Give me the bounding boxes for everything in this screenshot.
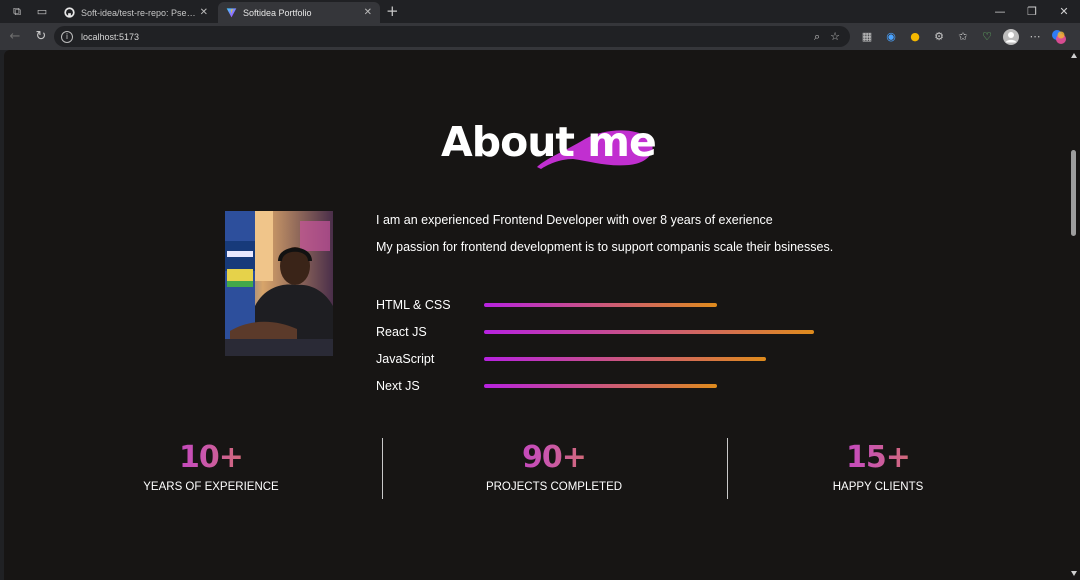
description-line: My passion for frontend development is t… <box>376 240 834 254</box>
stat-label: YEARS OF EXPERIENCE <box>143 481 279 493</box>
browser-essentials-icon[interactable]: ♡ <box>975 27 999 47</box>
stat-label: PROJECTS COMPLETED <box>485 481 623 493</box>
skill-progress-bar <box>484 330 924 334</box>
workspaces-icon[interactable]: ⧉ <box>9 4 25 20</box>
stat-experience: 10+ YEARS OF EXPERIENCE <box>111 438 311 493</box>
tab-github-repo[interactable]: Soft-idea/test-re-repo: Pseudo-p ✕ <box>56 2 216 23</box>
search-icon[interactable]: ⌕ <box>814 30 820 44</box>
scrollbar-thumb[interactable] <box>1071 150 1076 236</box>
address-bar[interactable]: i localhost:5173 ⌕ ☆ <box>54 26 850 47</box>
stat-clients: 15+ HAPPY CLIENTS <box>778 438 978 493</box>
skill-progress-fill <box>484 303 718 307</box>
profile-avatar[interactable] <box>999 27 1023 47</box>
scroll-down-icon[interactable] <box>1071 571 1077 576</box>
stat-divider <box>727 438 728 499</box>
skill-row: JavaScript <box>376 350 976 377</box>
page-title: About me <box>441 118 657 166</box>
skill-label: JavaScript <box>376 352 435 366</box>
about-heading: About me <box>441 116 661 176</box>
skill-progress-bar <box>484 357 924 361</box>
about-description: I am an experienced Frontend Developer w… <box>376 211 976 265</box>
skill-row: HTML & CSS <box>376 296 976 323</box>
extension-grid-icon[interactable]: ▦ <box>855 27 879 47</box>
extensions-puzzle-icon[interactable]: ⚙ <box>927 27 951 47</box>
stat-divider <box>382 438 383 499</box>
skill-progress-fill <box>484 357 766 361</box>
page-scrollbar[interactable] <box>1068 50 1080 580</box>
close-tab-icon[interactable]: ✕ <box>200 7 208 18</box>
copilot-icon[interactable] <box>1047 27 1071 47</box>
skill-progress-fill <box>484 330 814 334</box>
tab-portfolio[interactable]: Softidea Portfolio ✕ <box>218 2 380 23</box>
skill-label: Next JS <box>376 379 420 393</box>
new-tab-button[interactable]: + <box>386 2 399 20</box>
tab-strip: ⧉ ▭ Soft-idea/test-re-repo: Pseudo-p ✕ S… <box>0 0 1080 23</box>
stats-row: 10+ YEARS OF EXPERIENCE 90+ PROJECTS COM… <box>4 438 1068 500</box>
browser-toolbar: ← ↻ i localhost:5173 ⌕ ☆ ▦ ◉ ● ⚙ ✩ ♡ ⋯ <box>0 23 1080 50</box>
description-line: I am an experienced Frontend Developer w… <box>376 213 773 227</box>
more-menu-icon[interactable]: ⋯ <box>1023 27 1047 47</box>
url-text[interactable]: localhost:5173 <box>81 32 814 42</box>
skill-row: Next JS <box>376 377 976 404</box>
tab-title: Soft-idea/test-re-repo: Pseudo-p <box>81 7 196 18</box>
skill-progress-fill <box>484 384 718 388</box>
extensions-area: ▦ ◉ ● ⚙ ✩ ♡ ⋯ <box>855 23 1071 50</box>
page-viewport: About me I am an experienced Frontend De… <box>4 50 1068 580</box>
skill-row: React JS <box>376 323 976 350</box>
restore-icon[interactable]: ❐ <box>1016 0 1048 23</box>
vite-icon <box>226 8 237 18</box>
tab-title: Softidea Portfolio <box>243 7 312 18</box>
reload-button[interactable]: ↻ <box>30 26 52 48</box>
site-info-icon[interactable]: i <box>61 30 73 43</box>
stat-number: 90+ <box>454 438 654 478</box>
favorites-icon[interactable]: ✩ <box>951 27 975 47</box>
skill-progress-bar <box>484 384 924 388</box>
stat-label: HAPPY CLIENTS <box>832 481 924 493</box>
scroll-up-icon[interactable] <box>1071 53 1077 58</box>
window-controls: — ❐ ✕ <box>984 0 1080 23</box>
close-tab-icon[interactable]: ✕ <box>364 7 372 18</box>
minimize-icon[interactable]: — <box>984 0 1016 23</box>
tab-actions-icon[interactable]: ▭ <box>34 4 50 20</box>
extension-coin-icon[interactable]: ● <box>903 27 927 47</box>
back-button[interactable]: ← <box>4 26 26 48</box>
close-window-icon[interactable]: ✕ <box>1048 0 1080 23</box>
profile-photo <box>225 211 333 356</box>
skill-label: React JS <box>376 325 427 339</box>
stat-projects: 90+ PROJECTS COMPLETED <box>454 438 654 493</box>
skill-progress-bar <box>484 303 924 307</box>
skill-label: HTML & CSS <box>376 298 451 312</box>
github-icon <box>64 7 75 18</box>
favorite-star-icon[interactable]: ☆ <box>830 30 840 43</box>
stat-number: 10+ <box>111 438 311 478</box>
extension-shield-icon[interactable]: ◉ <box>879 27 903 47</box>
skills-list: HTML & CSS React JS JavaScript Next JS <box>376 296 976 404</box>
stat-number: 15+ <box>778 438 978 478</box>
